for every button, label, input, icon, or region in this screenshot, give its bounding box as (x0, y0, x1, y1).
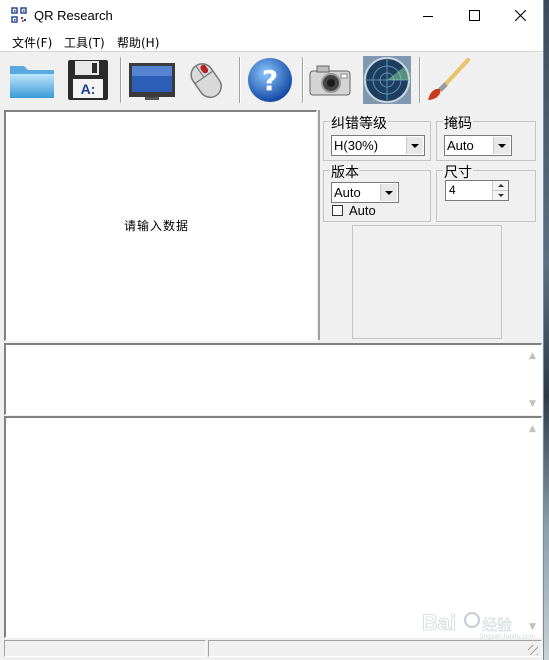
info-text-area[interactable]: ▲ ▼ (4, 343, 542, 415)
radar-icon (363, 56, 411, 104)
version-select[interactable]: Auto (331, 182, 399, 203)
svg-text:经验: 经验 (482, 616, 512, 634)
minimize-button[interactable] (405, 0, 451, 31)
maximize-button[interactable] (451, 0, 497, 31)
input-placeholder: 请输入数据 (124, 219, 190, 233)
title-bar[interactable]: QR Research (0, 0, 543, 31)
status-bar (4, 640, 542, 657)
toolbar-separator (239, 57, 241, 103)
close-icon (514, 10, 526, 21)
open-folder-icon (10, 66, 54, 98)
maximize-icon (468, 10, 480, 21)
status-panel-left (4, 640, 206, 657)
menu-file[interactable]: 文件(F) (12, 34, 52, 51)
brush-icon (428, 58, 470, 100)
chevron-down-icon[interactable] (380, 184, 397, 201)
size-value: 4 (449, 183, 456, 197)
scrollbar[interactable]: ▲ ▼ (524, 418, 541, 637)
chevron-down-icon[interactable] (493, 137, 510, 154)
version-auto-checkbox[interactable] (332, 205, 343, 216)
scroll-up-icon[interactable]: ▲ (524, 347, 541, 364)
save-disk-icon: A: (68, 60, 108, 100)
toolbar-separator (302, 57, 304, 103)
output-text-area[interactable]: ▲ ▼ (4, 416, 542, 638)
ecc-value: H(30%) (334, 138, 379, 153)
resize-grip[interactable] (528, 645, 538, 655)
help-button[interactable]: ? (245, 55, 295, 105)
menu-bar: 文件(F) 工具(T) 帮助(H) (0, 31, 543, 51)
help-icon: ? (248, 58, 292, 102)
scroll-down-icon[interactable]: ▼ (524, 395, 541, 412)
svg-text:?: ? (262, 64, 278, 97)
scroll-up-icon[interactable]: ▲ (524, 420, 541, 437)
close-button[interactable] (497, 0, 543, 31)
camera-icon (309, 65, 351, 96)
version-label: 版本 (330, 162, 360, 182)
svg-text:Bai: Bai (422, 610, 456, 635)
version-value: Auto (334, 185, 361, 200)
qr-preview (352, 225, 502, 339)
app-window: QR Research 文件(F) 工具(T) 帮助(H) A: ? 请输入数据… (0, 0, 544, 660)
status-panel-right (208, 640, 542, 657)
mask-label: 掩码 (443, 113, 473, 133)
menu-help[interactable]: 帮助(H) (117, 34, 159, 51)
display-button[interactable] (127, 55, 177, 105)
toolbar-separator (120, 57, 122, 103)
chevron-down-icon[interactable] (406, 137, 423, 154)
minimize-icon (423, 15, 433, 17)
window-title: QR Research (34, 8, 113, 23)
size-label: 尺寸 (443, 162, 473, 182)
draw-button[interactable] (424, 55, 474, 105)
mask-select[interactable]: Auto (444, 135, 512, 156)
mouse-button[interactable] (182, 55, 232, 105)
spin-down-icon[interactable] (493, 190, 508, 200)
save-button[interactable]: A: (63, 55, 113, 105)
menu-tools[interactable]: 工具(T) (64, 34, 105, 51)
qr-app-icon (11, 7, 27, 23)
svg-text:A:: A: (81, 81, 96, 97)
ecc-select[interactable]: H(30%) (331, 135, 425, 156)
mask-value: Auto (447, 138, 474, 153)
scrollbar[interactable]: ▲ ▼ (524, 345, 541, 414)
spin-up-icon[interactable] (493, 181, 508, 190)
mouse-icon (190, 63, 222, 99)
toolbar-separator (419, 57, 421, 103)
version-auto-label: Auto (349, 203, 376, 218)
toolbar: A: ? (0, 51, 543, 109)
size-spinner[interactable]: 4 (445, 180, 509, 201)
baidu-watermark: Bai 经验 jingyan.baidu.com (422, 610, 536, 640)
scan-button[interactable] (362, 55, 412, 105)
ecc-label: 纠错等级 (330, 113, 388, 133)
monitor-icon (129, 63, 175, 100)
camera-button[interactable] (306, 55, 356, 105)
open-button[interactable] (8, 55, 58, 105)
svg-text:jingyan.baidu.com: jingyan.baidu.com (479, 633, 536, 640)
